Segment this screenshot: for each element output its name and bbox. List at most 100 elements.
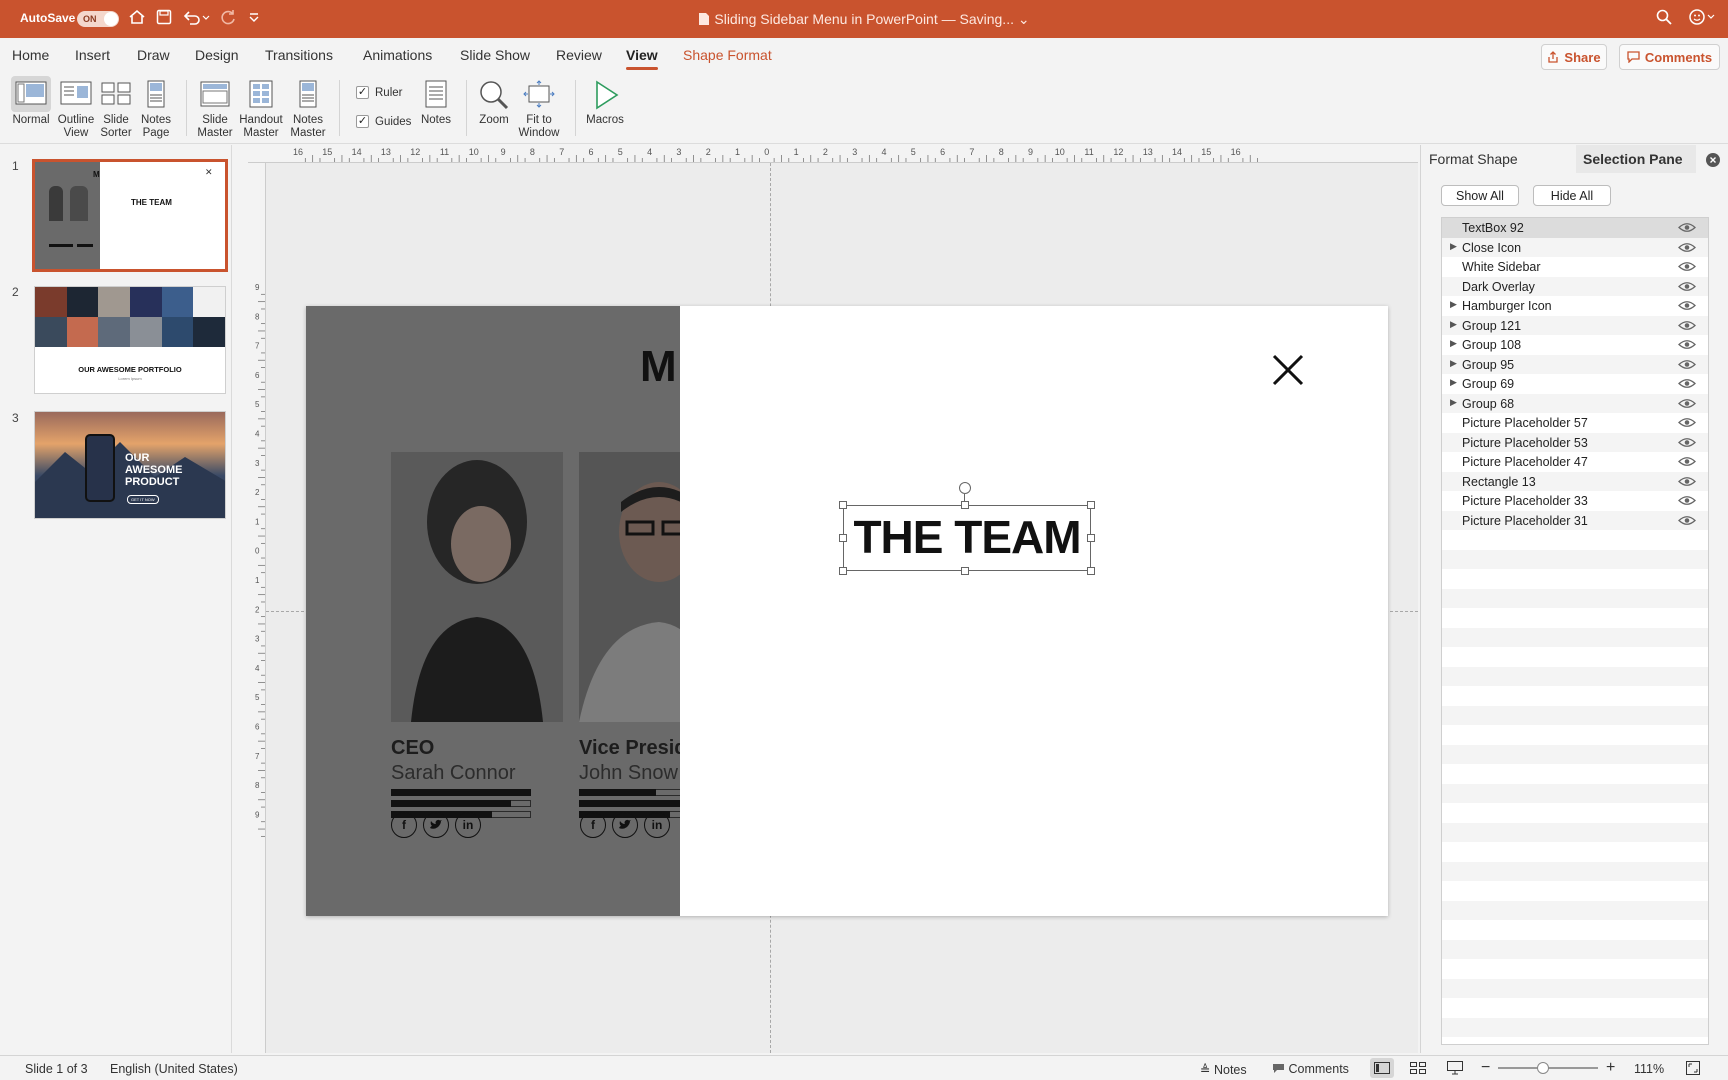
team-photo-sarah[interactable]: [391, 452, 563, 722]
eye-icon[interactable]: [1678, 261, 1696, 272]
linkedin-icon[interactable]: in: [644, 812, 670, 838]
eye-icon[interactable]: [1678, 417, 1696, 428]
slide[interactable]: M CEO Sarah Connor Vice Presi John Snow …: [306, 306, 1388, 916]
outline-view-button[interactable]: Outline View: [55, 76, 97, 140]
rotate-handle-icon[interactable]: [959, 482, 971, 494]
zoom-in-button[interactable]: +: [1606, 1059, 1615, 1077]
tab-slide-show[interactable]: Slide Show: [460, 47, 530, 63]
autosave-toggle[interactable]: ON: [77, 11, 119, 27]
document-title-text[interactable]: Sliding Sidebar Menu in PowerPoint — Sav…: [714, 11, 1014, 27]
tab-home[interactable]: Home: [12, 47, 49, 63]
slide-thumbnail-2[interactable]: OUR AWESOME PORTFOLIO Lorem Ipsum: [34, 286, 226, 394]
ruler-checkbox[interactable]: ✓ Ruler: [356, 86, 402, 99]
resize-handle[interactable]: [839, 501, 847, 509]
facebook-icon[interactable]: f: [580, 812, 606, 838]
eye-icon[interactable]: [1678, 456, 1696, 467]
eye-icon[interactable]: [1678, 476, 1696, 487]
eye-icon[interactable]: [1678, 281, 1696, 292]
notes-button[interactable]: Notes: [416, 76, 456, 127]
tab-design[interactable]: Design: [195, 47, 239, 63]
home-icon[interactable]: [128, 8, 146, 31]
eye-icon[interactable]: [1678, 339, 1696, 350]
selection-item[interactable]: Picture Placeholder 31: [1442, 510, 1708, 530]
tab-transitions[interactable]: Transitions: [265, 47, 333, 63]
fit-slide-status-icon[interactable]: [1686, 1061, 1700, 1075]
resize-handle[interactable]: [839, 567, 847, 575]
selection-item[interactable]: Picture Placeholder 57: [1442, 413, 1708, 433]
redo-icon[interactable]: [219, 8, 237, 31]
selection-item[interactable]: Rectangle 13: [1442, 471, 1708, 491]
eye-icon[interactable]: [1678, 222, 1696, 233]
eye-icon[interactable]: [1678, 300, 1696, 311]
zoom-level[interactable]: 111%: [1634, 1062, 1664, 1076]
eye-icon[interactable]: [1678, 398, 1696, 409]
hide-all-button[interactable]: Hide All: [1533, 185, 1611, 206]
close-icon[interactable]: [1268, 350, 1308, 390]
selection-item[interactable]: ▶ Group 69: [1442, 374, 1708, 394]
fit-to-window-button[interactable]: Fit to Window: [516, 76, 562, 140]
resize-handle[interactable]: [1087, 534, 1095, 542]
undo-icon[interactable]: [182, 8, 210, 31]
team-photo-john[interactable]: [579, 452, 680, 722]
resize-handle[interactable]: [1087, 501, 1095, 509]
expand-triangle-icon[interactable]: ▶: [1450, 338, 1457, 349]
selection-item[interactable]: Picture Placeholder 33: [1442, 491, 1708, 511]
dark-overlay[interactable]: M CEO Sarah Connor Vice Presi John Snow …: [306, 306, 680, 916]
expand-triangle-icon[interactable]: ▶: [1450, 299, 1457, 310]
tab-selection-pane[interactable]: Selection Pane: [1583, 151, 1683, 167]
eye-icon[interactable]: [1678, 515, 1696, 526]
slide-heading[interactable]: THE TEAM: [844, 510, 1090, 564]
slide-sorter-button[interactable]: Slide Sorter: [96, 76, 136, 140]
notes-page-button[interactable]: Notes Page: [136, 76, 176, 140]
slide-canvas[interactable]: M CEO Sarah Connor Vice Presi John Snow …: [266, 163, 1418, 1053]
resize-handle[interactable]: [839, 534, 847, 542]
tab-animations[interactable]: Animations: [363, 47, 432, 63]
twitter-icon[interactable]: [612, 812, 638, 838]
selection-item[interactable]: TextBox 92: [1442, 218, 1708, 238]
expand-triangle-icon[interactable]: ▶: [1450, 319, 1457, 330]
selection-item[interactable]: ▶ Group 108: [1442, 335, 1708, 355]
tab-view[interactable]: View: [626, 47, 658, 70]
selection-item[interactable]: ▶ Group 121: [1442, 315, 1708, 335]
selection-item[interactable]: Picture Placeholder 53: [1442, 432, 1708, 452]
eye-icon[interactable]: [1678, 320, 1696, 331]
linkedin-icon[interactable]: in: [455, 812, 481, 838]
expand-triangle-icon[interactable]: ▶: [1450, 377, 1457, 388]
guides-checkbox[interactable]: ✓ Guides: [356, 115, 411, 128]
zoom-out-button[interactable]: −: [1481, 1059, 1490, 1077]
resize-handle[interactable]: [1087, 567, 1095, 575]
show-all-button[interactable]: Show All: [1441, 185, 1519, 206]
eye-icon[interactable]: [1678, 242, 1696, 253]
normal-view-button[interactable]: Normal: [10, 76, 52, 127]
macros-button[interactable]: Macros: [583, 76, 627, 127]
handout-master-button[interactable]: Handout Master: [236, 76, 286, 140]
tab-shape-format[interactable]: Shape Format: [683, 47, 772, 63]
reading-view-status-icon[interactable]: [1447, 1061, 1463, 1075]
textbox-selection-frame[interactable]: THE TEAM: [843, 505, 1091, 571]
customize-toolbar-icon[interactable]: [248, 8, 260, 31]
tab-insert[interactable]: Insert: [75, 47, 110, 63]
notes-status-button[interactable]: ≜ Notes: [1200, 1062, 1247, 1077]
facebook-icon[interactable]: f: [391, 812, 417, 838]
selection-item[interactable]: Dark Overlay: [1442, 276, 1708, 296]
slide-thumbnail-3[interactable]: OUR AWESOME PRODUCT GET IT NOW: [34, 411, 226, 519]
search-icon[interactable]: [1655, 8, 1673, 31]
language-status[interactable]: English (United States): [110, 1062, 238, 1076]
eye-icon[interactable]: [1678, 495, 1696, 506]
expand-triangle-icon[interactable]: ▶: [1450, 358, 1457, 369]
notes-master-button[interactable]: Notes Master: [287, 76, 329, 140]
selection-item[interactable]: ▶ Group 95: [1442, 354, 1708, 374]
tab-review[interactable]: Review: [556, 47, 602, 63]
slide-sorter-status-icon[interactable]: [1410, 1062, 1426, 1074]
resize-handle[interactable]: [961, 501, 969, 509]
share-button[interactable]: Share: [1541, 44, 1607, 70]
selection-item[interactable]: Picture Placeholder 47: [1442, 452, 1708, 472]
tab-draw[interactable]: Draw: [137, 47, 170, 63]
zoom-button[interactable]: Zoom: [474, 76, 514, 127]
tab-format-shape[interactable]: Format Shape: [1429, 151, 1518, 167]
selection-item[interactable]: ▶ Close Icon: [1442, 237, 1708, 257]
resize-handle[interactable]: [961, 567, 969, 575]
comments-status-button[interactable]: Comments: [1272, 1062, 1349, 1076]
expand-triangle-icon[interactable]: ▶: [1450, 241, 1457, 252]
selection-item[interactable]: White Sidebar: [1442, 257, 1708, 277]
